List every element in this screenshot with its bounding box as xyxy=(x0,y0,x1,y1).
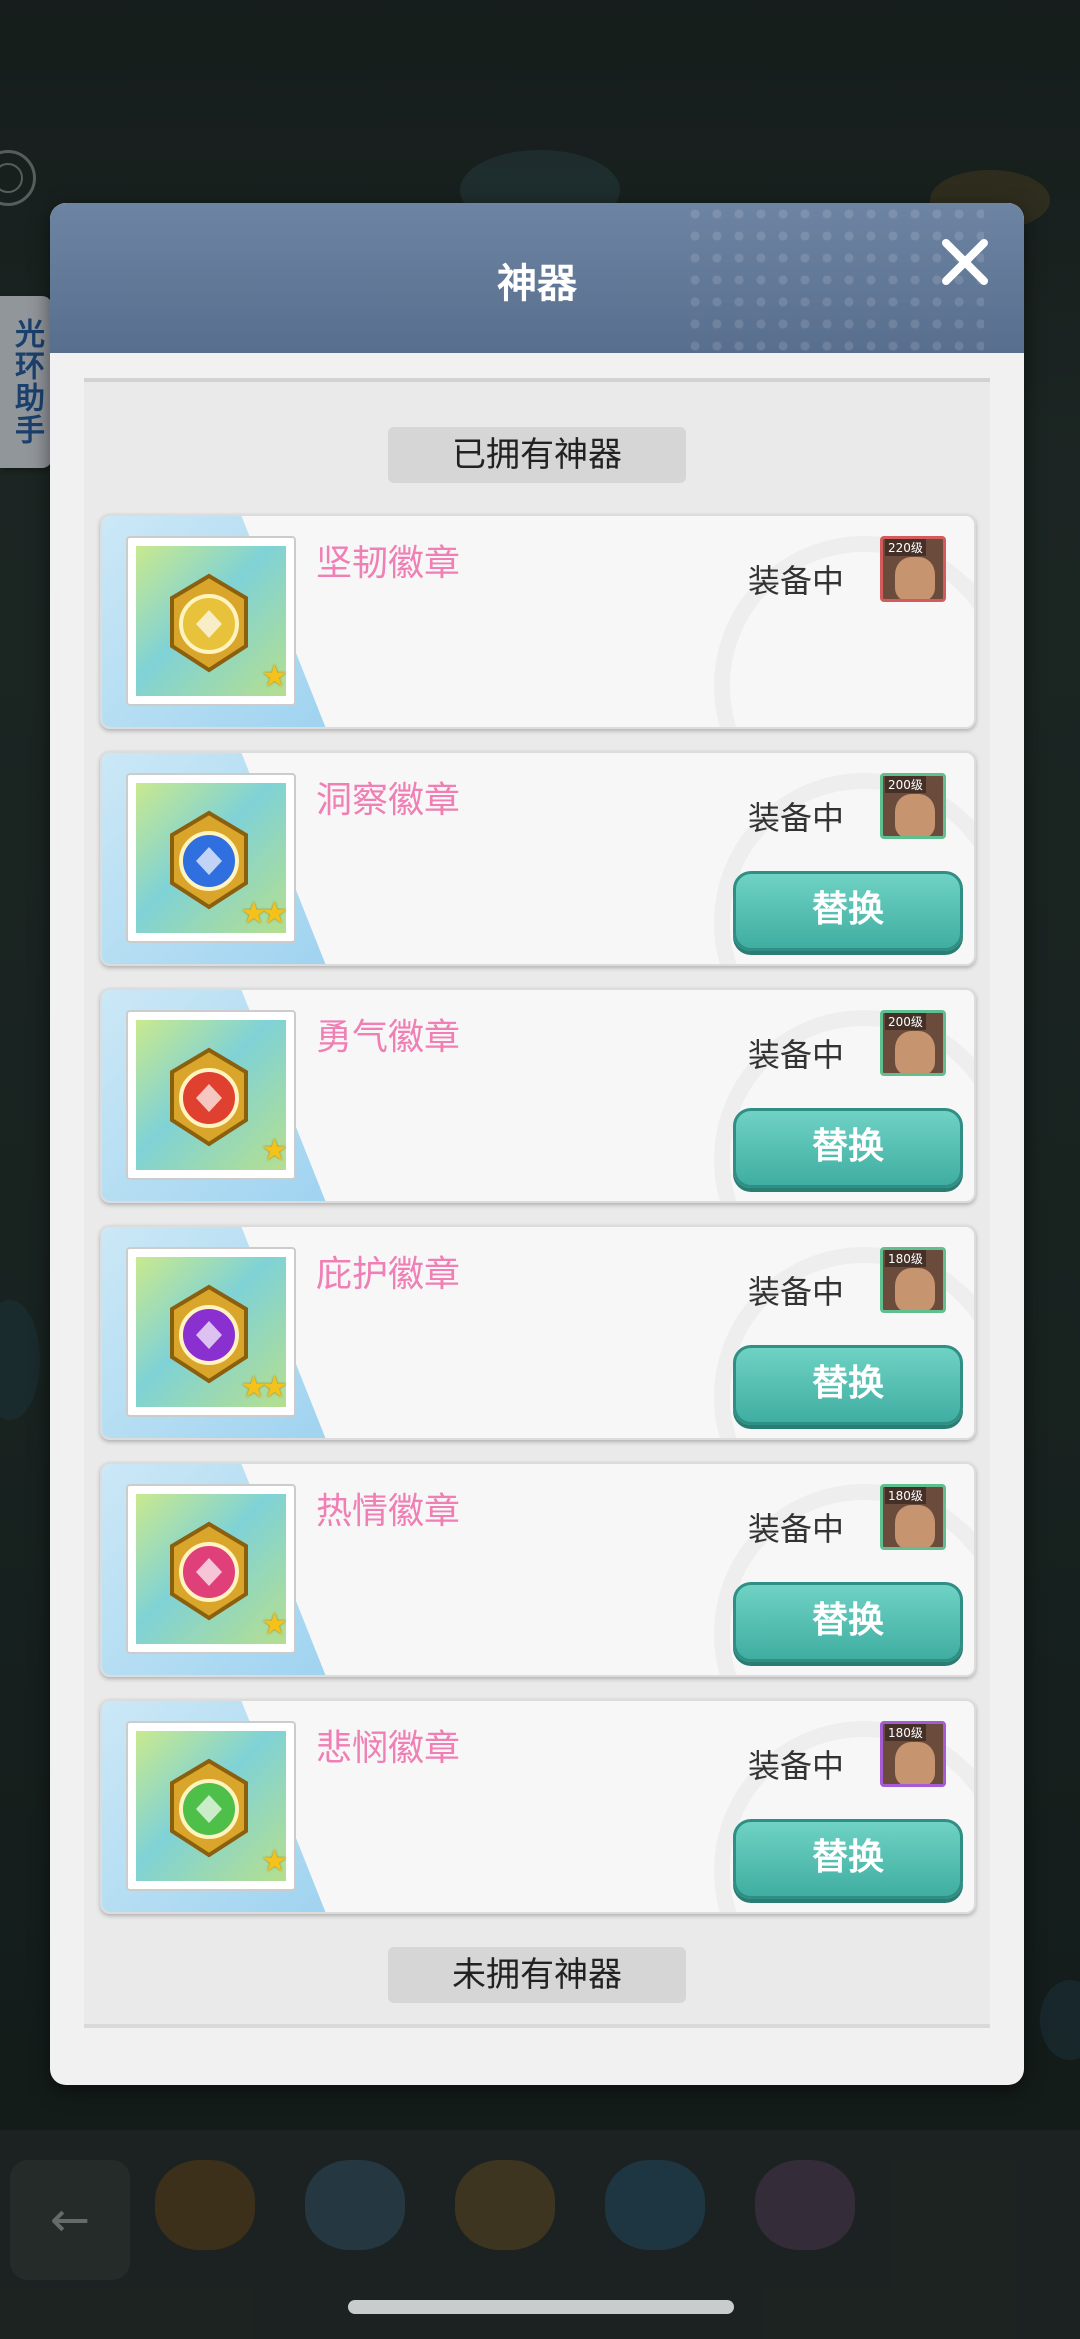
hero-level: 200级 xyxy=(885,1013,926,1030)
equipped-status: 装备中 xyxy=(748,562,845,600)
hero-portrait xyxy=(895,1031,935,1073)
modal-body[interactable]: 已拥有神器 ★ 坚韧徽章 装备中 220级 ★★ 洞察徽章 装备中 200级 替换 ★ 勇气徽章 装备… xyxy=(84,378,990,2028)
badge-name: 悲悯徽章 xyxy=(316,1728,461,1769)
equipped-status: 装备中 xyxy=(748,799,845,837)
badge-card[interactable]: ★ 热情徽章 装备中 180级替换 xyxy=(100,1462,976,1677)
modal-header: 神器 xyxy=(50,203,1024,353)
star-rating: ★ xyxy=(261,1133,288,1168)
hero-portrait xyxy=(895,557,935,599)
badge-card[interactable]: ★★ 洞察徽章 装备中 200级替换 xyxy=(100,751,976,966)
badge-emblem-icon xyxy=(170,1758,248,1858)
badge-card[interactable]: ★ 勇气徽章 装备中 200级替换 xyxy=(100,988,976,1203)
close-button[interactable] xyxy=(930,227,1000,297)
hero-portrait xyxy=(895,794,935,836)
hero-avatar[interactable]: 180级 xyxy=(880,1247,946,1313)
badge-icon-frame[interactable]: ★★ xyxy=(126,1247,296,1417)
equipped-status: 装备中 xyxy=(748,1510,845,1548)
badge-card[interactable]: ★ 坚韧徽章 装备中 220级 xyxy=(100,514,976,729)
unowned-section-label: 未拥有神器 xyxy=(388,1947,686,2003)
hero-avatar[interactable]: 220级 xyxy=(880,536,946,602)
badge-name: 洞察徽章 xyxy=(316,780,461,821)
badge-emblem-icon xyxy=(170,1521,248,1621)
replace-button[interactable]: 替换 xyxy=(733,1819,963,1899)
hero-portrait xyxy=(895,1742,935,1784)
badge-icon-frame[interactable]: ★ xyxy=(126,536,296,706)
badge-icon-background: ★★ xyxy=(136,783,288,933)
badge-icon-frame[interactable]: ★ xyxy=(126,1010,296,1180)
home-indicator[interactable] xyxy=(348,2300,734,2314)
badge-card[interactable]: ★★ 庇护徽章 装备中 180级替换 xyxy=(100,1225,976,1440)
hero-avatar[interactable]: 180级 xyxy=(880,1484,946,1550)
hero-level: 220级 xyxy=(885,539,926,556)
equipped-status: 装备中 xyxy=(748,1747,845,1785)
replace-button[interactable]: 替换 xyxy=(733,1108,963,1188)
badge-name: 庇护徽章 xyxy=(316,1254,461,1295)
badge-emblem-icon xyxy=(170,1047,248,1147)
badge-icon-background: ★ xyxy=(136,546,288,696)
badge-icon-frame[interactable]: ★★ xyxy=(126,773,296,943)
hero-level: 180级 xyxy=(885,1724,926,1741)
hero-level: 180级 xyxy=(885,1250,926,1267)
badge-emblem-icon xyxy=(170,573,248,673)
badge-icon-background: ★ xyxy=(136,1494,288,1644)
equipped-status: 装备中 xyxy=(748,1273,845,1311)
hero-portrait xyxy=(895,1268,935,1310)
artifact-modal: 神器 已拥有神器 ★ 坚韧徽章 装备中 220级 ★★ 洞察徽章 装备中 200级 替换 ★ 勇气徽… xyxy=(50,203,1024,2085)
badge-icon-background: ★★ xyxy=(136,1257,288,1407)
badge-card[interactable]: ★ 悲悯徽章 装备中 180级替换 xyxy=(100,1699,976,1914)
hero-portrait xyxy=(895,1505,935,1547)
hero-avatar[interactable]: 180级 xyxy=(880,1721,946,1787)
star-rating: ★ xyxy=(261,1607,288,1642)
badge-icon-background: ★ xyxy=(136,1731,288,1881)
equipped-status: 装备中 xyxy=(748,1036,845,1074)
replace-button[interactable]: 替换 xyxy=(733,871,963,951)
replace-button[interactable]: 替换 xyxy=(733,1582,963,1662)
badge-name: 坚韧徽章 xyxy=(316,543,461,584)
hero-avatar[interactable]: 200级 xyxy=(880,1010,946,1076)
hero-avatar[interactable]: 200级 xyxy=(880,773,946,839)
replace-button[interactable]: 替换 xyxy=(733,1345,963,1425)
star-rating: ★ xyxy=(261,1844,288,1879)
hero-level: 180级 xyxy=(885,1487,926,1504)
star-rating: ★ xyxy=(261,659,288,694)
star-rating: ★★ xyxy=(240,1370,288,1405)
badge-name: 热情徽章 xyxy=(316,1491,461,1532)
close-icon xyxy=(942,239,988,285)
star-rating: ★★ xyxy=(240,896,288,931)
owned-section-label: 已拥有神器 xyxy=(388,427,686,483)
badge-icon-frame[interactable]: ★ xyxy=(126,1484,296,1654)
modal-title: 神器 xyxy=(497,261,577,307)
badge-icon-background: ★ xyxy=(136,1020,288,1170)
badge-name: 勇气徽章 xyxy=(316,1017,461,1058)
hero-level: 200级 xyxy=(885,776,926,793)
badge-icon-frame[interactable]: ★ xyxy=(126,1721,296,1891)
